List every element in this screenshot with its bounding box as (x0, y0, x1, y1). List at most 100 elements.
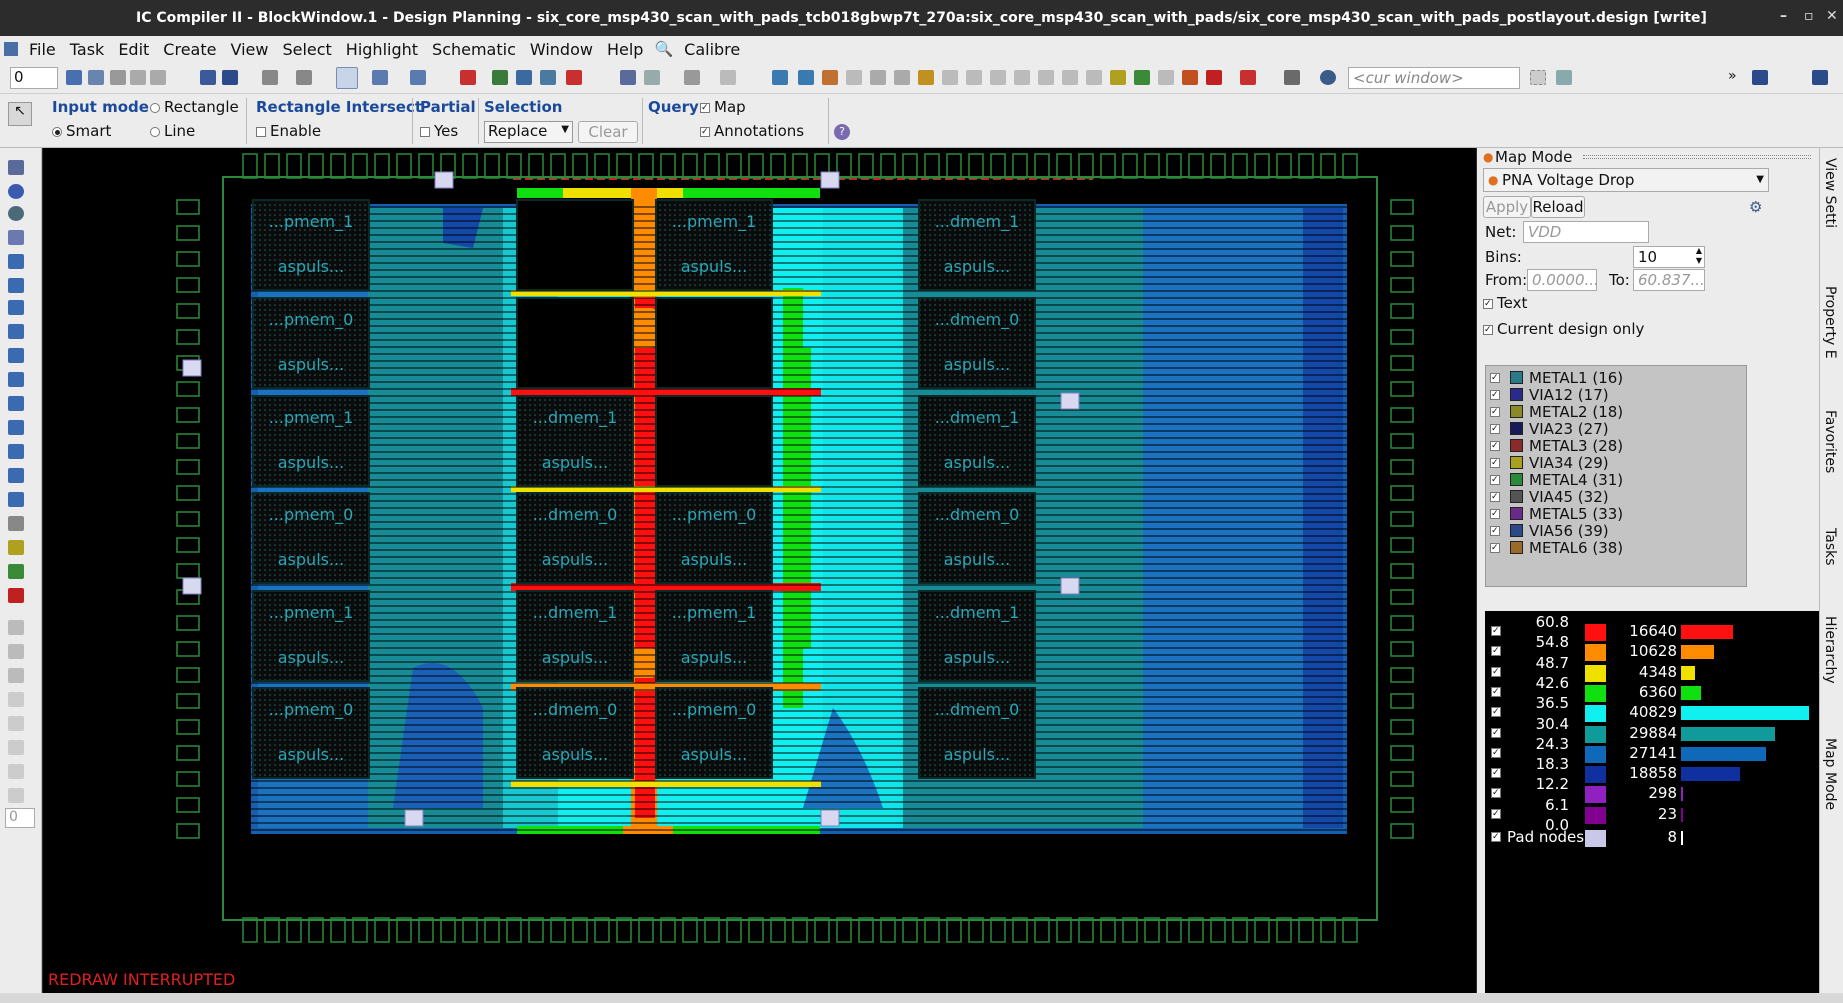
pointer-icon[interactable]: ↖ (8, 102, 32, 126)
maximize-icon[interactable]: ▫ (1804, 8, 1814, 24)
mirror-icon[interactable] (8, 300, 24, 315)
memory-macro[interactable]: ...pmem_0 aspuls... (252, 492, 370, 584)
yes-check[interactable] (420, 126, 430, 137)
redo-icon[interactable] (720, 70, 736, 85)
search-icon[interactable]: 🔍 (654, 40, 673, 58)
layer-check[interactable] (1490, 525, 1500, 536)
layer-check[interactable] (1490, 457, 1500, 468)
layer-check[interactable] (1490, 406, 1500, 417)
rect-select-icon[interactable] (8, 230, 24, 245)
play-icon[interactable] (990, 70, 1006, 85)
layer-tool-icon[interactable] (8, 492, 24, 507)
memory-macro[interactable]: ...pmem_1 aspuls... (655, 590, 773, 682)
highlight-icon[interactable] (1110, 70, 1126, 85)
layer-check[interactable] (1490, 542, 1500, 553)
memory-macro[interactable] (516, 297, 634, 389)
menu-select[interactable]: Select (275, 40, 338, 59)
smart-radio-dot[interactable] (52, 126, 62, 137)
bus-icon[interactable] (966, 70, 982, 85)
menu-window[interactable]: Window (523, 40, 600, 59)
spinner-icon[interactable]: ▲ ▼ (1696, 246, 1702, 266)
remove-icon[interactable] (8, 588, 24, 603)
line-radio[interactable]: Line (150, 122, 195, 140)
layer-check[interactable] (1490, 423, 1500, 434)
memory-macro[interactable]: ...pmem_1 aspuls... (252, 395, 370, 487)
layer-check[interactable] (1490, 440, 1500, 451)
histogram-check[interactable] (1491, 727, 1501, 738)
histogram-check[interactable] (1491, 626, 1501, 636)
grid-icon[interactable] (846, 70, 862, 85)
align-tool-icon[interactable] (8, 348, 24, 363)
report-icon[interactable] (1182, 70, 1198, 85)
map-checkbox[interactable]: Map (700, 98, 746, 116)
smart-radio[interactable]: Smart (52, 122, 111, 140)
green-tool-icon[interactable] (1134, 70, 1150, 85)
bound-icon[interactable] (1086, 70, 1102, 85)
memory-macro[interactable]: ...dmem_1 aspuls... (918, 395, 1036, 487)
undo-icon[interactable] (684, 70, 700, 85)
layer-check[interactable] (1490, 508, 1500, 519)
layout-icon[interactable] (88, 70, 104, 85)
layer-check[interactable] (1490, 474, 1500, 485)
chevron-right-icon[interactable]: » (1728, 68, 1737, 84)
disabled-tool-icon[interactable] (8, 516, 24, 531)
info-icon[interactable] (8, 184, 24, 199)
dock-icon[interactable] (1812, 70, 1828, 85)
angle-icon[interactable] (8, 740, 24, 755)
memory-macro[interactable]: ...dmem_1 aspuls... (516, 395, 634, 487)
snap-icon[interactable] (336, 67, 358, 89)
memory-macro[interactable] (516, 199, 634, 291)
tab-view-settings[interactable]: View Setti (1822, 158, 1838, 228)
verify-icon[interactable] (516, 70, 532, 85)
text-checkbox[interactable]: Text (1483, 294, 1527, 312)
lvs-icon[interactable] (566, 70, 582, 85)
memory-macro[interactable]: ...pmem_0 aspuls... (655, 492, 773, 584)
memory-macro[interactable]: ...dmem_1 aspuls... (918, 590, 1036, 682)
unlock-icon[interactable] (8, 644, 24, 659)
flag-icon[interactable] (8, 540, 24, 555)
toolbar-spinbox[interactable]: 0 (10, 67, 58, 89)
tab-property-editor[interactable]: Property E (1822, 286, 1838, 359)
histogram-check[interactable] (1491, 808, 1501, 819)
power-icon[interactable] (918, 70, 934, 85)
histogram-check[interactable] (1491, 768, 1501, 779)
tree-icon[interactable] (894, 70, 910, 85)
menu-view[interactable]: View (223, 40, 275, 59)
menu-create[interactable]: Create (156, 40, 223, 59)
route-icon[interactable] (372, 70, 388, 85)
left-spinbox[interactable]: 0 (5, 808, 35, 828)
add-icon[interactable] (8, 564, 24, 579)
net-icon[interactable] (942, 70, 958, 85)
menu-calibre[interactable]: Calibre (677, 40, 747, 59)
arrow-icon[interactable] (8, 160, 24, 175)
histogram-check[interactable] (1491, 788, 1501, 799)
minimize-icon[interactable]: – (1780, 8, 1787, 24)
connect-icon[interactable] (410, 70, 426, 85)
copy-icon[interactable] (8, 324, 24, 339)
enable-check[interactable] (256, 126, 266, 137)
settings-gear-icon[interactable]: ⚙ (1749, 198, 1762, 216)
fit-icon[interactable] (1014, 70, 1030, 85)
locate-icon[interactable] (1556, 70, 1572, 85)
memory-macro[interactable]: ...pmem_1 aspuls... (655, 199, 773, 291)
align-icon[interactable] (110, 70, 126, 85)
box-icon[interactable] (8, 716, 24, 731)
partial-yes-checkbox[interactable]: Yes (420, 122, 458, 140)
split-tool-icon[interactable] (8, 372, 24, 387)
move-icon[interactable] (798, 70, 814, 85)
zoom-in-icon[interactable] (8, 206, 24, 221)
memory-macro[interactable]: ...dmem_1 aspuls... (918, 199, 1036, 291)
to-field[interactable]: 60.837... (1633, 269, 1705, 291)
reload-button[interactable]: Reload (1531, 196, 1585, 218)
menu-file[interactable]: File (22, 40, 63, 59)
array-icon[interactable] (8, 468, 24, 483)
tab-tasks[interactable]: Tasks (1822, 528, 1838, 566)
annotations-checkbox[interactable]: Annotations (700, 122, 804, 140)
drc-icon[interactable] (460, 70, 476, 85)
menu-help[interactable]: Help (600, 40, 650, 59)
apply-button[interactable]: Apply (1483, 196, 1531, 218)
histogram-check[interactable] (1491, 666, 1501, 677)
pin-icon[interactable] (870, 70, 886, 85)
enable-checkbox[interactable]: Enable (256, 122, 321, 140)
pan-icon[interactable] (644, 70, 660, 85)
